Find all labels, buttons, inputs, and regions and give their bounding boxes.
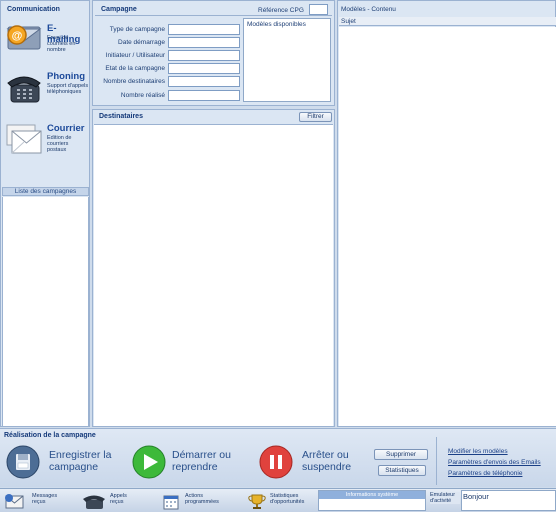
destinataires-list[interactable] [94, 124, 333, 426]
save-disk-icon [6, 445, 40, 479]
modifier-modeles-link[interactable]: Modifier les modèles [448, 448, 508, 455]
sujet-column-label: Sujet [341, 18, 356, 25]
parametres-telephonie-link[interactable]: Paramètres de téléphonie [448, 470, 522, 477]
etat-campagne-input[interactable] [168, 63, 240, 74]
type-campagne-label: Type de campagne [109, 26, 165, 33]
inbox-icon [5, 494, 24, 509]
modeles-disponibles-label: Modèles disponibles [247, 21, 306, 28]
campagne-divider [95, 15, 332, 16]
communication-title: Communication [7, 6, 60, 13]
realisation-separator [436, 437, 437, 485]
emailing-desc: Envoi de courriels en nombre [47, 35, 76, 53]
calendar-icon [163, 495, 179, 510]
parametres-emails-link[interactable]: Paramètres d'envois des Emails [448, 459, 541, 466]
taskbar-statistiques[interactable]: Statistiques d'opportunités [246, 490, 318, 512]
date-demarrage-label: Date démarrage [118, 39, 165, 46]
phoning-title: Phoning [47, 71, 85, 82]
taskbar-messages[interactable]: Messages reçus [4, 490, 78, 512]
modeles-contenu-title: Modèles - Contenu [341, 6, 396, 13]
campagne-panel: Campagne Référence CPG Type de campagne … [92, 0, 335, 106]
phoning-item[interactable]: Phoning Support d'appels téléphoniques [3, 69, 89, 113]
taskbar-actions-label: Actions programmées [185, 493, 219, 505]
campaign-list[interactable] [2, 197, 89, 426]
trophy-icon [248, 494, 266, 509]
supprimer-button[interactable]: Supprimer [374, 449, 428, 460]
taskbar-statistiques-label: Statistiques d'opportunités [270, 493, 305, 505]
campaign-list-header: Liste des campagnes [2, 187, 89, 196]
sujet-column-header[interactable]: Sujet [339, 17, 556, 26]
communication-panel: Communication @ E-mailing Envoi de courr… [0, 0, 90, 427]
modeles-disponibles-box[interactable]: Modèles disponibles [243, 18, 331, 102]
taskbar-appels-label: Appels reçus [110, 493, 127, 505]
phone-icon [7, 76, 41, 103]
stop-campaign-button[interactable]: Arrêter ou suspendre [259, 445, 369, 479]
type-campagne-input[interactable] [168, 24, 240, 35]
reference-cpg-label: Référence CPG [258, 7, 304, 14]
destinataires-title: Destinataires [99, 113, 143, 120]
phoning-desc: Support d'appels téléphoniques [47, 83, 89, 95]
courrier-item[interactable]: Courrier Edition de courriers postaux [3, 119, 89, 161]
nombre-realise-input[interactable] [168, 90, 240, 101]
activity-emulator-value: Bonjour [463, 492, 489, 501]
nombre-realise-label: Nombre réalisé [120, 92, 165, 99]
start-campaign-label: Démarrer ou reprendre [172, 449, 231, 473]
taskbar: Messages reçus Appels reçus Actions prog… [0, 488, 556, 512]
date-demarrage-input[interactable] [168, 37, 240, 48]
email-icon: @ [6, 25, 42, 50]
start-campaign-button[interactable]: Démarrer ou reprendre [132, 445, 252, 479]
system-info-panel: Informations système [318, 490, 426, 511]
nombre-destinataires-label: Nombre destinataires [103, 78, 165, 85]
reference-cpg-input[interactable] [309, 4, 328, 15]
mail-envelope-icon [6, 124, 42, 154]
play-icon [132, 445, 166, 479]
filtrer-button[interactable]: Filtrer [299, 112, 332, 122]
statistiques-button[interactable]: Statistiques [378, 465, 426, 476]
courrier-desc: Edition de courriers postaux [47, 135, 72, 153]
etat-campagne-label: Etat de la campagne [105, 65, 165, 72]
courrier-title: Courrier [47, 123, 85, 134]
destinataires-panel: Destinataires Filtrer [92, 109, 335, 427]
svg-text:@: @ [12, 30, 23, 42]
taskbar-actions[interactable]: Actions programmées [160, 490, 240, 512]
emailing-item[interactable]: @ E-mailing Envoi de courriels en nombre [3, 19, 89, 61]
realisation-panel: Réalisation de la campagne Enregistrer l… [0, 428, 556, 487]
activity-emulator-label: Emulateur d'activité [430, 492, 460, 504]
pause-icon [259, 445, 293, 479]
taskbar-messages-label: Messages reçus [32, 493, 58, 505]
nombre-destinataires-input[interactable] [168, 76, 240, 87]
save-campaign-label: Enregistrer la campagne [49, 449, 112, 473]
realisation-title: Réalisation de la campagne [4, 432, 96, 439]
campagne-title: Campagne [101, 6, 137, 13]
modeles-contenu-panel: Modèles - Contenu Sujet [337, 0, 556, 427]
modeles-contenu-list[interactable] [339, 27, 556, 426]
initiateur-input[interactable] [168, 50, 240, 61]
stop-campaign-label: Arrêter ou suspendre [302, 449, 352, 473]
activity-emulator-field[interactable]: Bonjour [461, 490, 556, 511]
initiateur-label: Initiateur / Utilisateur [105, 52, 165, 59]
system-info-title: Informations système [319, 491, 425, 499]
taskbar-appels[interactable]: Appels reçus [82, 490, 156, 512]
save-campaign-button[interactable]: Enregistrer la campagne [6, 445, 126, 479]
phone-icon [83, 495, 105, 509]
